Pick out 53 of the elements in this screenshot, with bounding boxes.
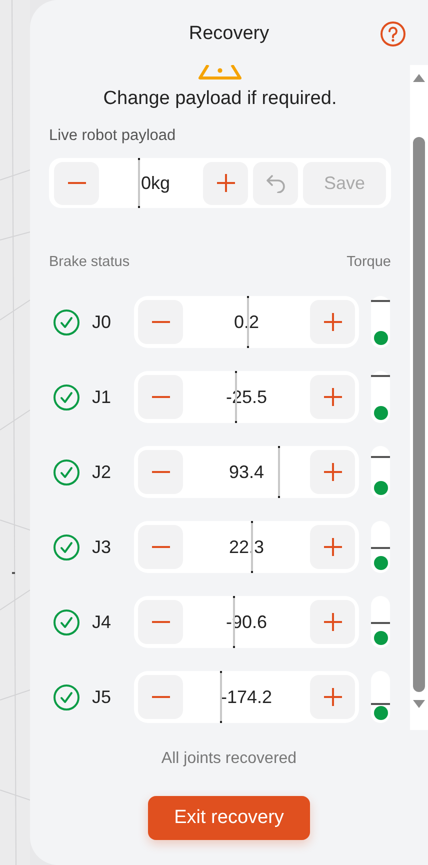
brake-status-heading: Brake status — [49, 254, 130, 270]
status-dot — [374, 481, 388, 495]
joint-label: J5 — [92, 686, 112, 708]
increase-button[interactable] — [310, 600, 355, 644]
plus-icon — [324, 613, 342, 631]
joint-value-field[interactable]: 93.4 — [134, 446, 359, 498]
help-icon[interactable] — [380, 21, 406, 47]
scroll-down-icon[interactable] — [413, 700, 425, 708]
undo-button[interactable] — [253, 162, 298, 204]
increase-button[interactable] — [310, 300, 355, 344]
joint-label: J1 — [92, 386, 112, 408]
joint-value-field[interactable]: -174.2 — [134, 671, 359, 723]
minus-icon — [152, 321, 170, 323]
minus-icon — [152, 546, 170, 548]
torque-heading: Torque — [346, 254, 391, 270]
joint-label: J0 — [92, 312, 112, 332]
payload-value[interactable]: 0kg — [104, 172, 198, 194]
plus-icon — [324, 313, 342, 331]
scrollbar[interactable] — [410, 65, 428, 730]
increase-button[interactable] — [310, 375, 355, 419]
warning-icon — [198, 65, 242, 81]
minus-icon — [152, 621, 170, 623]
minus-icon — [152, 471, 170, 473]
minus-icon — [152, 396, 170, 398]
status-text: All joints recovered — [161, 750, 297, 768]
plus-icon — [216, 174, 234, 192]
joint-label: J3 — [92, 536, 112, 558]
plus-icon — [324, 538, 342, 556]
status-dot — [374, 331, 388, 345]
increase-button[interactable] — [310, 525, 355, 569]
plus-icon — [324, 688, 342, 706]
status-dot — [374, 631, 388, 645]
increase-button[interactable] — [310, 675, 355, 719]
joint-value-field[interactable]: 22.3 — [134, 521, 359, 573]
increase-button[interactable] — [310, 450, 355, 494]
exit-recovery-button[interactable]: Exit recovery — [148, 796, 310, 840]
scroll-up-icon[interactable] — [413, 74, 425, 82]
instruction-text: Change payload if required. — [102, 88, 338, 110]
status-dot — [374, 706, 388, 720]
minus-icon — [152, 696, 170, 698]
increase-button[interactable] — [203, 162, 248, 204]
status-dot — [374, 556, 388, 570]
undo-icon — [264, 173, 286, 193]
payload-field[interactable]: 0kg Save — [49, 158, 391, 208]
plus-icon — [324, 463, 342, 481]
payload-label: Live robot payload — [49, 127, 177, 145]
dialog-title: Recovery — [188, 23, 270, 45]
joint-label: J4 — [92, 612, 112, 632]
status-dot — [374, 406, 388, 420]
joint-value-field[interactable]: 0.2 — [134, 296, 359, 348]
minus-icon — [68, 182, 86, 184]
plus-icon — [324, 388, 342, 406]
joint-label: J2 — [92, 462, 112, 482]
